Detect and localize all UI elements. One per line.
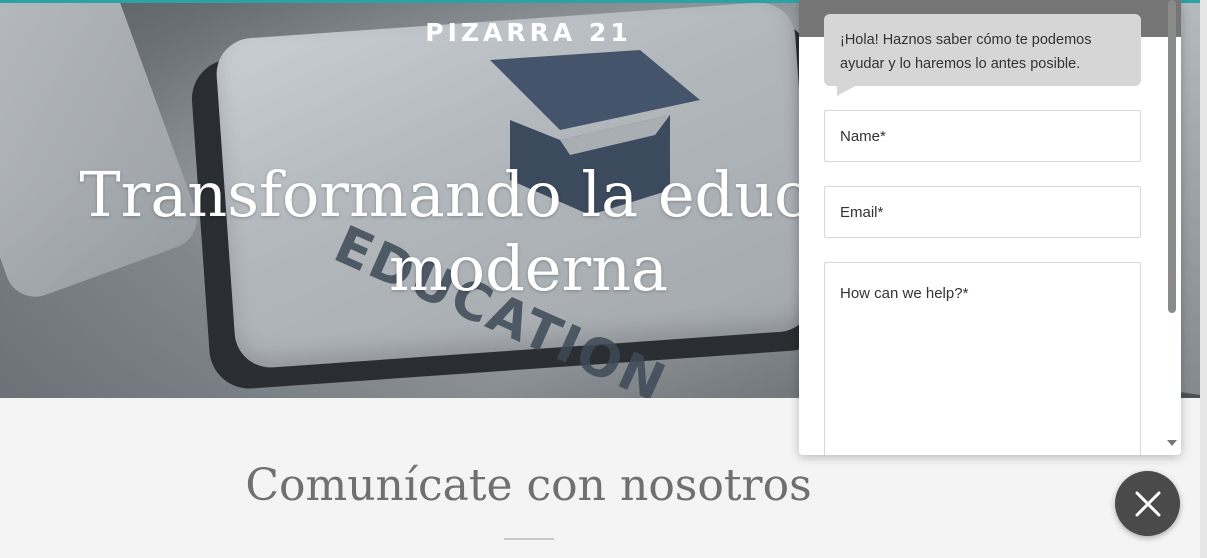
chat-close-button[interactable]: [1115, 471, 1180, 536]
page-scrollbar[interactable]: [1200, 0, 1207, 558]
chat-scrollbar-thumb[interactable]: [1168, 0, 1176, 313]
help-message-field[interactable]: [824, 262, 1141, 455]
greeting-bubble-tail: [837, 84, 859, 96]
name-field[interactable]: [824, 110, 1141, 162]
greeting-bubble: ¡Hola! Haznos saber cómo te podemos ayud…: [824, 14, 1141, 86]
email-field[interactable]: [824, 186, 1141, 238]
chat-widget-panel: ¡Hola! Haznos saber cómo te podemos ayud…: [799, 0, 1181, 455]
section-title: Comunícate con nosotros: [245, 460, 812, 511]
title-divider: [504, 538, 554, 540]
close-icon: [1135, 491, 1160, 516]
scroll-down-arrow-icon[interactable]: [1167, 440, 1177, 446]
